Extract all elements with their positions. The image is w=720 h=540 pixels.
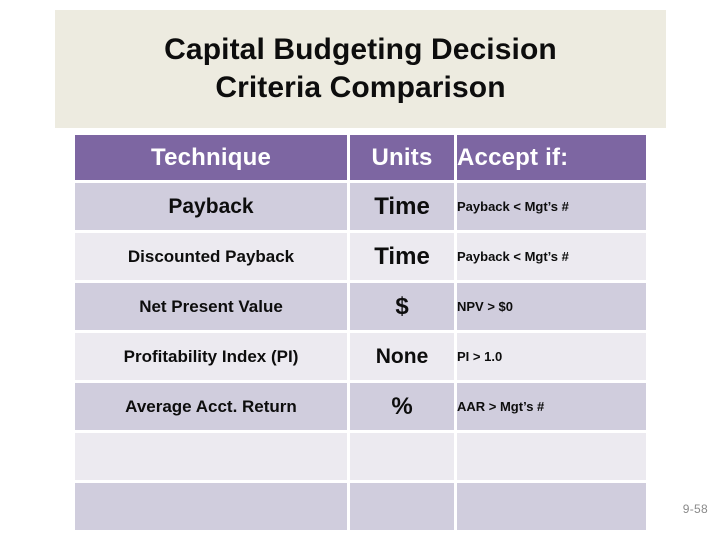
cell-accept-if [457,483,646,530]
cell-technique: Profitability Index (PI) [75,333,347,380]
table-row-empty [75,483,646,530]
table-row: Discounted Payback Time Payback < Mgt’s … [75,233,646,280]
table-row-empty [75,433,646,480]
cell-technique: Payback [75,183,347,230]
cell-units [350,483,454,530]
page-title: Capital Budgeting Decision Criteria Comp… [164,32,557,104]
cell-technique [75,483,347,530]
cell-accept-if: PI > 1.0 [457,333,646,380]
cell-units: Time [350,233,454,280]
table-row: Net Present Value $ NPV > $0 [75,283,646,330]
cell-units: $ [350,283,454,330]
table-header-row: Technique Units Accept if: [75,135,646,180]
cell-accept-if: Payback < Mgt’s # [457,183,646,230]
cell-units: % [350,383,454,430]
cell-accept-if: AAR > Mgt’s # [457,383,646,430]
cell-accept-if: Payback < Mgt’s # [457,233,646,280]
cell-units: None [350,333,454,380]
cell-accept-if: NPV > $0 [457,283,646,330]
table-row: Profitability Index (PI) None PI > 1.0 [75,333,646,380]
table-row: Average Acct. Return % AAR > Mgt’s # [75,383,646,430]
table-body: Payback Time Payback < Mgt’s # Discounte… [75,183,646,530]
title-banner: Capital Budgeting Decision Criteria Comp… [55,10,666,128]
cell-units: Time [350,183,454,230]
cell-technique: Average Acct. Return [75,383,347,430]
cell-accept-if [457,433,646,480]
cell-technique: Discounted Payback [75,233,347,280]
criteria-comparison-table: Technique Units Accept if: Payback Time … [72,132,649,533]
cell-technique [75,433,347,480]
cell-units [350,433,454,480]
column-header-accept-if: Accept if: [457,135,646,180]
column-header-units: Units [350,135,454,180]
column-header-technique: Technique [75,135,347,180]
table-row: Payback Time Payback < Mgt’s # [75,183,646,230]
slide-page-number: 9-58 [682,502,708,516]
cell-technique: Net Present Value [75,283,347,330]
table-header: Technique Units Accept if: [75,135,646,180]
